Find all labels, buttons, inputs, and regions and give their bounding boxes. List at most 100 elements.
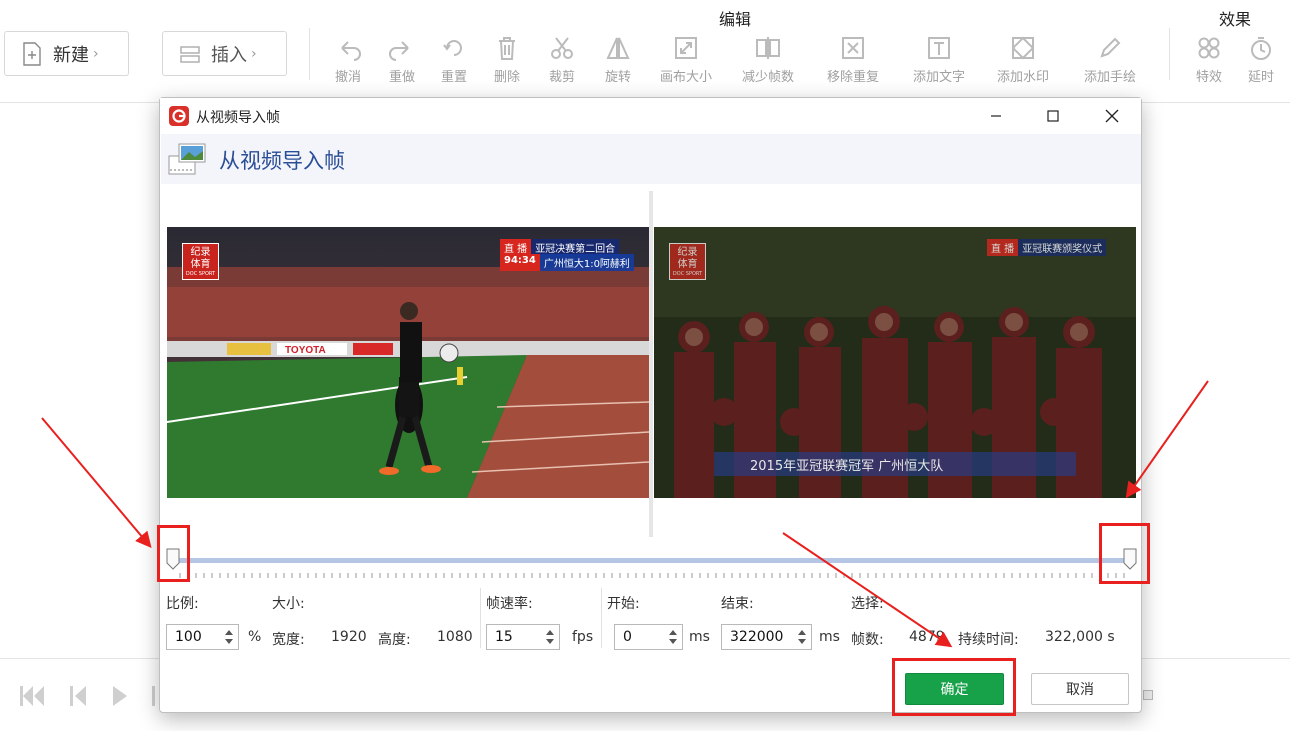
tool-reduce-frames-button[interactable]: 减少帧数 xyxy=(742,34,794,85)
score-text: 广州恒大1:0阿赫利 xyxy=(539,254,634,271)
undo-icon xyxy=(341,41,361,61)
tool-delete-button[interactable]: 删除 xyxy=(493,34,521,85)
logo-line2: 体育 xyxy=(677,258,698,270)
fps-spinbox[interactable]: 15 xyxy=(486,624,560,650)
minimize-icon xyxy=(991,115,1001,117)
field-divider xyxy=(480,588,481,648)
tool-effects-button[interactable]: 特效 xyxy=(1195,34,1223,85)
rotate-icon xyxy=(606,37,630,59)
chevron-right-icon: › xyxy=(93,45,99,62)
tool-add-drawing-button[interactable]: 添加手绘 xyxy=(1084,34,1136,85)
tool-label: 延时 xyxy=(1247,70,1274,85)
ratio-label: 比例: xyxy=(166,596,199,612)
tool-rotate-button[interactable]: 旋转 xyxy=(604,34,632,85)
start-frame-preview: TOYOTA 纪录 体育 DOC SPORT 直 播 亚冠决赛第二回合 94:3… xyxy=(167,227,649,498)
match-clock: 94:34 xyxy=(500,254,540,271)
dialog-header: 从视频导入帧 xyxy=(161,134,1141,184)
start-spinbox[interactable]: 0 xyxy=(614,624,683,650)
logo-subtext: DOC SPORT xyxy=(185,270,216,277)
main-toolbar: 新建 › 插入 › 编辑 效果 撤消 重做 重置 删除 裁剪 旋转 画布大小 减少帧数 移除重复… xyxy=(0,0,1290,103)
maximize-button[interactable] xyxy=(1030,98,1076,134)
tool-canvas-size-button[interactable]: 画布大小 xyxy=(660,34,712,85)
spin-arrows-icon[interactable] xyxy=(223,627,235,647)
insert-icon xyxy=(180,45,200,63)
tool-label: 旋转 xyxy=(604,70,631,85)
effects-icon xyxy=(1198,37,1220,59)
tool-add-watermark-button[interactable]: 添加水印 xyxy=(997,34,1049,85)
import-frames-dialog: 从视频导入帧 从视频导入帧 TOYOTA 纪录 体育 DOC SPORT 直 播… xyxy=(159,97,1142,713)
selection-label: 选择: xyxy=(851,596,884,612)
maximize-icon xyxy=(1047,110,1059,122)
spin-arrows-icon[interactable] xyxy=(544,627,556,647)
ok-button-highlight xyxy=(892,658,1016,716)
duration-value: 322,000 s xyxy=(1045,629,1115,645)
frames-label: 帧数: xyxy=(851,632,884,648)
caption-banner: 2015年亚冠联赛冠军 广州恒大队 xyxy=(714,452,1076,476)
new-button-label: 新建 xyxy=(53,44,89,66)
first-frame-icon[interactable] xyxy=(18,683,46,709)
width-value: 1920 xyxy=(331,629,367,645)
add-drawing-icon xyxy=(1100,37,1121,58)
canvas-size-icon xyxy=(675,37,697,59)
start-label: 开始: xyxy=(607,596,640,612)
add-watermark-icon xyxy=(1011,36,1035,60)
duration-label: 持续时间: xyxy=(958,632,1019,648)
tool-label: 特效 xyxy=(1195,70,1222,85)
end-frame-preview: 纪录 体育 DOC SPORT 直 播 亚冠联赛颁奖仪式 2015年亚冠联赛冠军… xyxy=(654,227,1136,498)
height-value: 1080 xyxy=(437,629,473,645)
live-text: 亚冠联赛颁奖仪式 xyxy=(1018,239,1107,256)
new-button[interactable]: 新建 › xyxy=(4,31,129,76)
field-divider xyxy=(601,588,602,648)
previous-frame-icon[interactable] xyxy=(68,683,90,709)
logo-line1: 纪录 xyxy=(190,246,211,258)
dialog-header-title: 从视频导入帧 xyxy=(219,149,345,173)
tool-delay-button[interactable]: 延时 xyxy=(1247,34,1275,85)
tool-add-text-button[interactable]: 添加文字 xyxy=(913,34,965,85)
slider-ticks xyxy=(179,573,1125,578)
spin-arrows-icon[interactable] xyxy=(796,627,808,647)
minimize-button[interactable] xyxy=(973,98,1019,134)
insert-button[interactable]: 插入 › xyxy=(162,31,287,76)
video-frames-icon xyxy=(168,143,206,175)
toolbar-divider xyxy=(1169,28,1170,80)
ratio-value: 100 xyxy=(175,629,202,645)
end-handle-highlight xyxy=(1099,523,1150,584)
size-label: 大小: xyxy=(272,596,305,612)
end-unit: ms xyxy=(819,629,840,645)
tool-remove-duplicates-button[interactable]: 移除重复 xyxy=(827,34,879,85)
zoom-handle[interactable] xyxy=(1143,690,1153,700)
cancel-button[interactable]: 取消 xyxy=(1031,673,1129,705)
width-label: 宽度: xyxy=(272,632,305,648)
logo-line2: 体育 xyxy=(190,258,211,270)
tool-label: 移除重复 xyxy=(827,70,880,85)
tool-label: 重做 xyxy=(388,70,415,85)
start-handle-highlight xyxy=(157,525,190,582)
arrow-to-start-handle xyxy=(41,417,152,549)
tool-reset-button[interactable]: 重置 xyxy=(440,34,468,85)
tool-crop-button[interactable]: 裁剪 xyxy=(548,34,576,85)
preview-divider xyxy=(649,191,653,537)
ratio-spinbox[interactable]: 100 xyxy=(166,624,239,650)
new-file-icon xyxy=(23,41,41,66)
tool-label: 添加文字 xyxy=(913,70,966,85)
crop-icon xyxy=(551,37,573,59)
height-label: 高度: xyxy=(378,632,411,648)
start-value: 0 xyxy=(623,629,632,645)
start-unit: ms xyxy=(689,629,710,645)
add-text-icon xyxy=(928,37,950,59)
close-button[interactable] xyxy=(1089,98,1135,134)
end-value: 322000 xyxy=(730,629,784,645)
live-tag: 直 播 xyxy=(987,239,1019,256)
tool-redo-button[interactable]: 重做 xyxy=(388,34,416,85)
tool-undo-button[interactable]: 撤消 xyxy=(334,34,362,85)
logo-line1: 纪录 xyxy=(677,246,698,258)
spin-arrows-icon[interactable] xyxy=(667,627,679,647)
edit-group-label: 编辑 xyxy=(719,10,752,29)
tool-label: 撤消 xyxy=(334,70,361,85)
app-window: 新建 › 插入 › 编辑 效果 撤消 重做 重置 删除 裁剪 旋转 画布大小 减少帧数 移除重复… xyxy=(0,0,1290,731)
frames-value: 4879 xyxy=(909,629,945,645)
end-spinbox[interactable]: 322000 xyxy=(721,624,812,650)
frame-range-slider[interactable] xyxy=(174,558,1130,563)
fps-unit: fps xyxy=(572,629,594,645)
play-icon[interactable] xyxy=(110,683,130,709)
